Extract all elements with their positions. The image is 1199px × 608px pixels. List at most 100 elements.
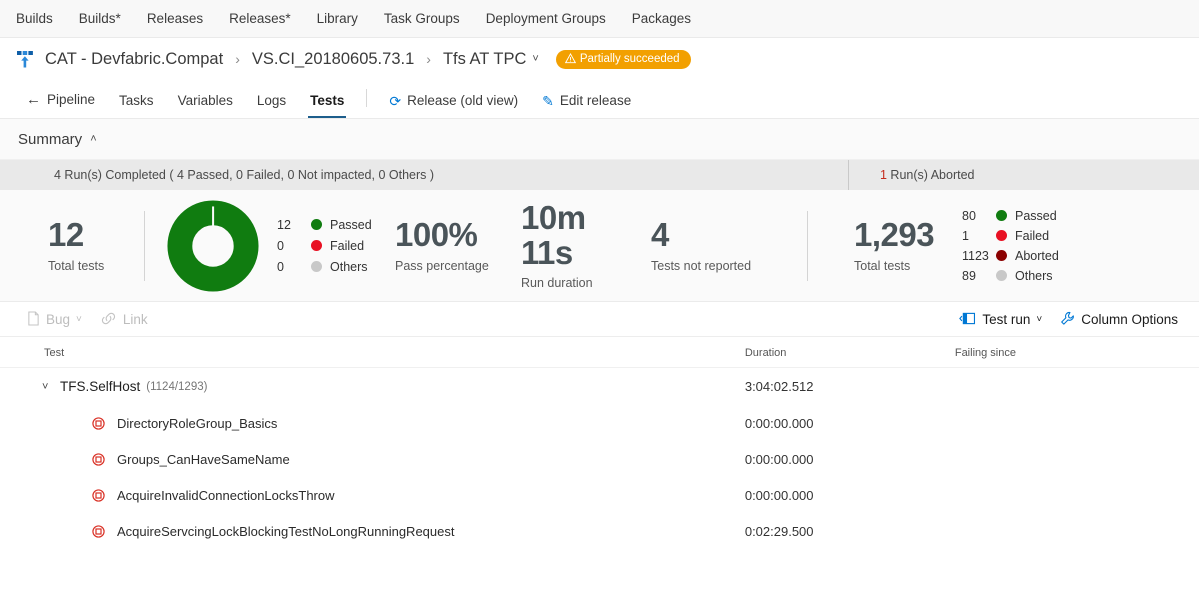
- action-release-old-view[interactable]: ⟳Release (old view): [377, 93, 530, 118]
- test-failing-since: [955, 514, 1199, 550]
- aborted-runs-legend: 80Passed1Failed1123Aborted89Others: [962, 209, 1059, 283]
- table-row[interactable]: AcquireInvalidConnectionLocksThrow 0:00:0…: [0, 478, 1199, 514]
- nav-releases[interactable]: Releases: [147, 11, 203, 26]
- test-run-filter-label: Test run: [982, 312, 1030, 327]
- stats-divider-1: [144, 211, 145, 281]
- stat-aborted-total-value: 1,293: [854, 218, 962, 253]
- bug-button[interactable]: Bug ˅: [18, 306, 91, 332]
- release-icon: [14, 48, 36, 70]
- legend-label: Passed: [330, 218, 372, 232]
- results-toolbar: Bug ˅ Link Test run ˅ Column Op: [0, 302, 1199, 337]
- aborted-status-icon: [92, 417, 105, 430]
- test-name[interactable]: DirectoryRoleGroup_Basics: [117, 416, 277, 431]
- group-test-cell: ˅TFS.SelfHost(1124/1293): [0, 368, 745, 406]
- test-failing-since: [955, 406, 1199, 442]
- test-name[interactable]: Groups_CanHaveSameName: [117, 452, 290, 467]
- test-run-filter-button[interactable]: Test run ˅: [950, 306, 1051, 332]
- tab-tests[interactable]: Tests: [298, 93, 356, 118]
- nav-packages[interactable]: Packages: [632, 11, 691, 26]
- status-badge[interactable]: Partially succeeded: [556, 50, 691, 69]
- summary-title: Summary: [18, 131, 82, 148]
- tab-divider: [366, 89, 367, 107]
- group-name[interactable]: TFS.SelfHost: [60, 379, 140, 394]
- nav-deployment-groups[interactable]: Deployment Groups: [486, 11, 606, 26]
- stat-tests-not-reported: 4 Tests not reported: [651, 218, 801, 273]
- runs-aborted-suffix: Run(s) Aborted: [887, 168, 975, 182]
- stats-divider-2: [807, 211, 808, 281]
- legend-dot-failed: [311, 240, 322, 251]
- nav-releases-star[interactable]: Releases*: [229, 11, 291, 26]
- table-row[interactable]: DirectoryRoleGroup_Basics0:00:00.000: [0, 406, 1199, 442]
- chevron-down-icon[interactable]: ˅: [1036, 314, 1042, 325]
- chevron-up-icon[interactable]: ˄: [90, 133, 96, 145]
- table-row[interactable]: Groups_CanHaveSameName 0:00:00.000: [0, 442, 1199, 478]
- stat-total-tests-value: 12: [48, 218, 144, 253]
- column-header-test[interactable]: Test: [0, 337, 745, 368]
- runs-divider: [848, 160, 849, 190]
- breadcrumb: CAT - Devfabric.Compat › VS.CI_20180605.…: [0, 38, 1199, 80]
- aborted-status-icon: [92, 525, 105, 538]
- tab-pipeline-back[interactable]: ←Pipeline: [14, 91, 107, 118]
- stat-tests-not-reported-value: 4: [651, 218, 801, 253]
- legend-count: 0: [277, 260, 311, 274]
- nav-library[interactable]: Library: [317, 11, 358, 26]
- chevron-down-icon[interactable]: ˅: [42, 381, 60, 393]
- column-header-duration[interactable]: Duration: [745, 337, 955, 368]
- legend-count: 1123: [962, 249, 996, 263]
- test-name-cell: AcquireInvalidConnectionLocksThrow: [0, 478, 745, 514]
- tab-strip: ←PipelineTasksVariablesLogsTests ⟳Release…: [0, 80, 1199, 119]
- legend-label: Aborted: [1015, 249, 1059, 263]
- file-icon: [27, 311, 40, 328]
- chevron-down-icon[interactable]: ˅: [532, 53, 538, 65]
- legend-count: 1: [962, 229, 996, 243]
- stat-tests-not-reported-label: Tests not reported: [651, 259, 801, 273]
- tab-pipeline-label: Pipeline: [47, 92, 95, 107]
- runs-aborted-text: 1 Run(s) Aborted: [880, 168, 975, 182]
- runs-summary-bar: 4 Run(s) Completed ( 4 Passed, 0 Failed,…: [0, 160, 1199, 190]
- completed-runs-legend: 12Passed0Failed0Others: [277, 218, 373, 274]
- link-icon: [100, 312, 117, 327]
- test-failing-since: [955, 442, 1199, 478]
- stat-aborted-total-label: Total tests: [854, 259, 962, 273]
- breadcrumb-separator-2: ›: [423, 51, 434, 67]
- test-outcome-donut-chart: [167, 200, 259, 292]
- nav-builds[interactable]: Builds: [16, 11, 53, 26]
- tab-variables[interactable]: Variables: [166, 93, 245, 118]
- test-name[interactable]: AcquireInvalidConnectionLocksThrow: [117, 488, 335, 503]
- aborted-status-icon: [92, 453, 105, 466]
- link-button[interactable]: Link: [91, 306, 157, 332]
- legend-count: 12: [277, 218, 311, 232]
- table-group-row[interactable]: ˅TFS.SelfHost(1124/1293)3:04:02.512: [0, 368, 1199, 406]
- breadcrumb-release-name[interactable]: VS.CI_20180605.73.1: [252, 50, 414, 69]
- test-duration: 0:00:00.000: [745, 478, 955, 514]
- summary-section-header[interactable]: Summary ˄: [0, 119, 1199, 160]
- legend-dot-passed: [996, 210, 1007, 221]
- column-header-failing-since[interactable]: Failing since: [955, 337, 1199, 368]
- test-duration: 0:00:00.000: [745, 442, 955, 478]
- tab-tasks[interactable]: Tasks: [107, 93, 166, 118]
- legend-row: 0Failed: [277, 239, 373, 253]
- action-release-old-view-label: Release (old view): [407, 93, 518, 108]
- test-name[interactable]: AcquireServcingLockBlockingTestNoLongRun…: [117, 524, 454, 539]
- legend-count: 0: [277, 239, 311, 253]
- chevron-down-icon[interactable]: ˅: [76, 314, 82, 325]
- stat-total-tests-completed: 12 Total tests: [48, 218, 144, 273]
- legend-dot-aborted: [996, 250, 1007, 261]
- group-failing-since: [955, 368, 1199, 406]
- table-row[interactable]: AcquireServcingLockBlockingTestNoLongRun…: [0, 514, 1199, 550]
- legend-label: Others: [330, 260, 368, 274]
- donut-gap: [212, 206, 214, 230]
- test-name-cell: Groups_CanHaveSameName: [0, 442, 745, 478]
- test-duration: 0:02:29.500: [745, 514, 955, 550]
- runs-completed-text: 4 Run(s) Completed ( 4 Passed, 0 Failed,…: [0, 168, 434, 182]
- column-options-button[interactable]: Column Options: [1051, 306, 1187, 332]
- action-edit-release[interactable]: ✎Edit release: [530, 93, 643, 118]
- nav-task-groups[interactable]: Task Groups: [384, 11, 460, 26]
- stat-aborted-total-tests: 1,293 Total tests: [854, 218, 962, 273]
- test-name-cell: DirectoryRoleGroup_Basics: [0, 406, 745, 442]
- tab-logs[interactable]: Logs: [245, 93, 298, 118]
- breadcrumb-environment[interactable]: Tfs AT TPC: [443, 50, 526, 69]
- nav-builds-star[interactable]: Builds*: [79, 11, 121, 26]
- legend-count: 80: [962, 209, 996, 223]
- breadcrumb-release-definition[interactable]: CAT - Devfabric.Compat: [45, 50, 223, 69]
